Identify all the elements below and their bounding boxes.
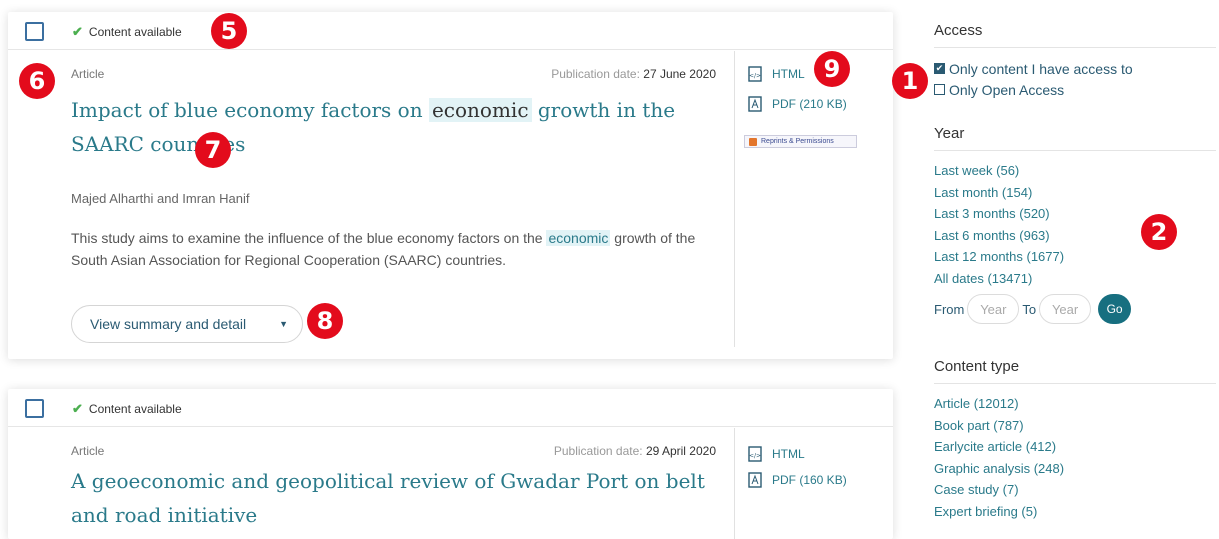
results-list: ✔ Content available Article Publication d…: [8, 12, 893, 539]
year-link[interactable]: Last month (154): [934, 182, 1216, 204]
availability-status: ✔ Content available: [72, 24, 182, 39]
html-link[interactable]: </> HTML: [748, 66, 805, 82]
year-link[interactable]: Last week (56): [934, 160, 1216, 182]
checkbox-checked-icon: ✔: [934, 63, 945, 74]
result-main: Article Publication date: 29 April 2020 …: [8, 428, 734, 539]
result-card: ✔ Content available Article Publication d…: [8, 12, 893, 359]
pdf-file-icon: [748, 472, 762, 488]
svg-text:</>: </>: [749, 73, 761, 80]
checkmark-icon: ✔: [72, 401, 83, 416]
content-type-label: Article: [71, 444, 105, 458]
result-card-header: ✔ Content available: [8, 389, 893, 427]
year-range: From To Go: [934, 294, 1216, 324]
reprints-permissions-button[interactable]: Reprints & Permissions: [744, 135, 857, 148]
annotation-marker-8: 8: [307, 303, 343, 339]
from-year-input[interactable]: [967, 294, 1020, 324]
html-file-icon: </>: [748, 66, 762, 82]
annotation-marker-6: 6: [19, 63, 55, 99]
checkmark-icon: ✔: [72, 24, 83, 39]
search-term-highlight: economic: [546, 230, 611, 246]
content-type-link[interactable]: Book part (787): [934, 415, 1216, 437]
content-type-link[interactable]: Graphic analysis (248): [934, 458, 1216, 480]
content-type-link[interactable]: Earlycite article (412): [934, 436, 1216, 458]
result-abstract: This study aims to examine the influence…: [71, 230, 696, 268]
select-result-checkbox[interactable]: [25, 399, 44, 418]
content-type-link[interactable]: Expert briefing (5): [934, 501, 1216, 523]
result-formats: </> HTML PDF (210 KB) Reprints & Permiss…: [734, 51, 893, 347]
year-heading: Year: [934, 125, 1216, 151]
publication-date: Publication date: 27 June 2020: [551, 67, 716, 81]
annotation-marker-9: 9: [814, 51, 850, 87]
result-authors: Majed Alharthi and Imran Hanif: [71, 191, 250, 206]
annotation-marker-7: 7: [195, 132, 231, 168]
annotation-marker-2: 2: [1141, 214, 1177, 250]
access-filter: Access ✔ Only content I have access to On…: [934, 22, 1216, 100]
to-label: To: [1022, 301, 1037, 317]
html-file-icon: </>: [748, 446, 762, 462]
filter-only-open-access[interactable]: Only Open Access: [934, 79, 1216, 100]
publication-date: Publication date: 29 April 2020: [553, 444, 716, 458]
html-link[interactable]: </> HTML: [748, 446, 805, 462]
pdf-file-icon: [748, 96, 762, 112]
svg-text:</>: </>: [749, 453, 761, 460]
checkbox-icon: [934, 84, 945, 95]
year-link[interactable]: All dates (13471): [934, 268, 1216, 290]
content-type-filter: Content type Article (12012) Book part (…: [934, 358, 1216, 522]
year-link[interactable]: Last 12 months (1677): [934, 246, 1216, 268]
chevron-down-icon: ▼: [279, 319, 288, 329]
search-term-highlight: economic: [428, 98, 532, 122]
annotation-marker-5: 5: [211, 13, 247, 49]
view-summary-button[interactable]: View summary and detail ▼: [71, 305, 303, 343]
result-title-link[interactable]: Impact of blue economy factors on econom…: [71, 93, 721, 161]
pdf-link[interactable]: PDF (160 KB): [748, 472, 847, 488]
go-button[interactable]: Go: [1098, 294, 1132, 324]
availability-status: ✔ Content available: [72, 401, 182, 416]
result-main: Article Publication date: 27 June 2020 I…: [8, 51, 734, 359]
select-result-checkbox[interactable]: [25, 22, 44, 41]
filter-only-accessible[interactable]: ✔ Only content I have access to: [934, 58, 1216, 79]
annotation-marker-1: 1: [892, 63, 928, 99]
result-card: ✔ Content available Article Publication d…: [8, 389, 893, 539]
from-label: From: [934, 301, 965, 317]
result-formats: </> HTML PDF (160 KB): [734, 428, 893, 539]
to-year-input[interactable]: [1039, 294, 1092, 324]
content-type-heading: Content type: [934, 358, 1216, 384]
result-card-header: ✔ Content available: [8, 12, 893, 50]
pdf-link[interactable]: PDF (210 KB): [748, 96, 847, 112]
content-type-link[interactable]: Article (12012): [934, 393, 1216, 415]
reprints-icon: [749, 137, 757, 146]
access-heading: Access: [934, 22, 1216, 48]
content-type-link[interactable]: Case study (7): [934, 479, 1216, 501]
content-type-label: Article: [71, 67, 105, 81]
result-title-link[interactable]: A geoeconomic and geopolitical review of…: [71, 464, 721, 532]
